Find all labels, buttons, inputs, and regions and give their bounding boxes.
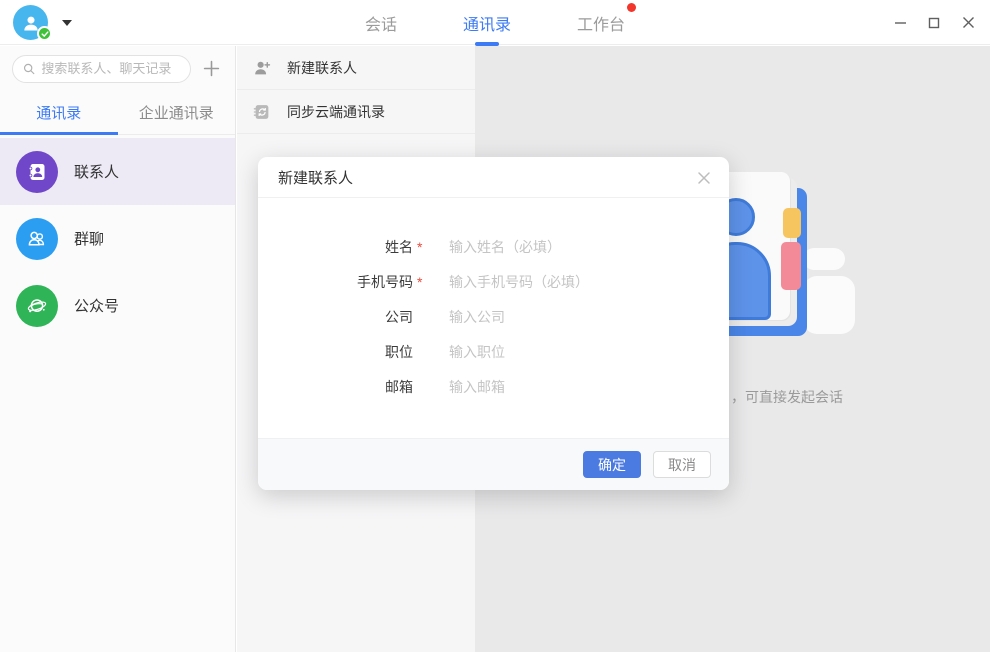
sidebar-item-label: 公众号 bbox=[74, 295, 119, 316]
window-controls bbox=[890, 0, 978, 45]
tab-workbench[interactable]: 工作台 bbox=[575, 7, 627, 39]
new-contact-action[interactable]: 新建联系人 bbox=[237, 46, 475, 90]
tab-contacts[interactable]: 通讯录 bbox=[461, 7, 513, 39]
company-input[interactable] bbox=[449, 309, 699, 325]
sidebar-item-label: 群聊 bbox=[74, 228, 104, 249]
title-bar: 会话 通讯录 工作台 bbox=[0, 0, 990, 45]
dialog-title: 新建联系人 bbox=[278, 167, 353, 188]
add-contact-icon bbox=[251, 57, 273, 79]
sidebar-item-group-chats[interactable]: 群聊 bbox=[0, 205, 235, 272]
cancel-button[interactable]: 取消 bbox=[653, 451, 711, 478]
search-input[interactable] bbox=[41, 61, 180, 76]
tab-chats[interactable]: 会话 bbox=[363, 7, 399, 39]
name-input[interactable] bbox=[449, 239, 699, 255]
form-row-email: 邮箱 bbox=[258, 369, 729, 404]
search-row bbox=[0, 46, 235, 91]
close-button[interactable] bbox=[958, 13, 978, 33]
tab-workbench-label: 工作台 bbox=[577, 17, 625, 34]
close-icon bbox=[697, 171, 711, 185]
illustration-tab-pink bbox=[781, 242, 801, 290]
required-asterisk: * bbox=[417, 274, 431, 290]
sidebar-item-label: 联系人 bbox=[74, 161, 119, 182]
sync-cloud-icon bbox=[251, 101, 273, 123]
tab-personal-contacts[interactable]: 通讯录 bbox=[0, 91, 118, 134]
email-input[interactable] bbox=[449, 379, 699, 395]
add-button[interactable] bbox=[199, 57, 223, 81]
sidebar: 通讯录 企业通讯录 联系人 bbox=[0, 46, 236, 652]
confirm-button[interactable]: 确定 bbox=[583, 451, 641, 478]
sidebar-list: 联系人 群聊 bbox=[0, 138, 235, 339]
dialog-header: 新建联系人 bbox=[258, 157, 729, 198]
dialog-form: 姓名 * 手机号码 * 公司 职位 邮箱 bbox=[258, 198, 729, 404]
dialog-close-button[interactable] bbox=[695, 169, 713, 187]
tab-enterprise-contacts[interactable]: 企业通讯录 bbox=[118, 91, 236, 134]
close-icon bbox=[962, 16, 975, 29]
field-label: 姓名 bbox=[258, 237, 413, 257]
phone-input[interactable] bbox=[449, 274, 699, 290]
plus-icon bbox=[203, 60, 220, 77]
form-row-phone: 手机号码 * bbox=[258, 264, 729, 299]
form-row-company: 公司 bbox=[258, 299, 729, 334]
contacts-tabs: 通讯录 企业通讯录 bbox=[0, 91, 235, 135]
job-title-input[interactable] bbox=[449, 344, 699, 360]
sidebar-item-official-accounts[interactable]: 公众号 bbox=[0, 272, 235, 339]
contact-book-icon bbox=[16, 151, 58, 193]
notification-dot bbox=[627, 3, 636, 12]
sidebar-item-contacts[interactable]: 联系人 bbox=[0, 138, 235, 205]
official-account-icon bbox=[16, 285, 58, 327]
maximize-icon bbox=[928, 17, 940, 29]
illustration-tab-yellow bbox=[783, 208, 801, 238]
sync-cloud-contacts-action[interactable]: 同步云端通讯录 bbox=[237, 90, 475, 134]
field-label: 手机号码 bbox=[258, 272, 413, 292]
empty-state-hint: ，可直接发起会话 bbox=[731, 387, 843, 407]
minimize-button[interactable] bbox=[890, 13, 910, 33]
group-chat-icon bbox=[16, 218, 58, 260]
new-contact-dialog: 新建联系人 姓名 * 手机号码 * 公司 职位 邮箱 bbox=[258, 157, 729, 490]
search-icon bbox=[23, 62, 35, 76]
minimize-icon bbox=[894, 16, 907, 29]
field-label: 邮箱 bbox=[258, 377, 413, 397]
main-nav-tabs: 会话 通讯录 工作台 bbox=[0, 0, 990, 45]
search-box[interactable] bbox=[12, 55, 191, 83]
action-label: 新建联系人 bbox=[287, 58, 357, 78]
illustration-shape bbox=[803, 248, 845, 270]
dialog-footer: 确定 取消 bbox=[258, 438, 729, 490]
field-label: 职位 bbox=[258, 342, 413, 362]
illustration-shape bbox=[803, 276, 855, 334]
form-row-title: 职位 bbox=[258, 334, 729, 369]
form-row-name: 姓名 * bbox=[258, 229, 729, 264]
required-asterisk: * bbox=[417, 239, 431, 255]
field-label: 公司 bbox=[258, 307, 413, 327]
action-label: 同步云端通讯录 bbox=[287, 102, 385, 122]
maximize-button[interactable] bbox=[924, 13, 944, 33]
